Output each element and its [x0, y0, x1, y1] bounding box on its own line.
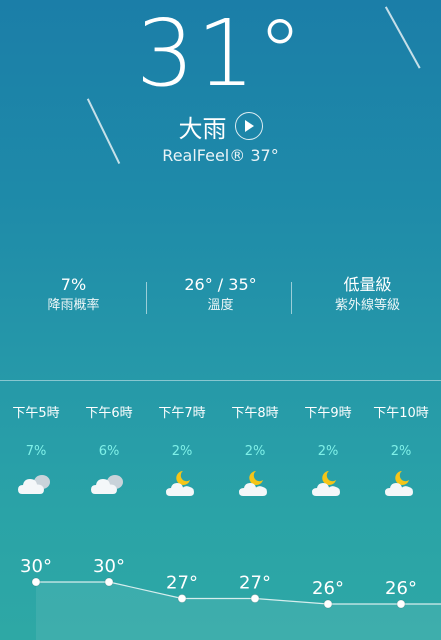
cloudy-icon [18, 475, 50, 494]
hour-precip: 2% [317, 444, 339, 459]
hour-time: 下午6時 [85, 406, 133, 421]
hour-precip: 2% [390, 444, 412, 459]
temperature-point [323, 599, 333, 609]
partly-cloudy-night-icon [312, 471, 340, 496]
hour-time: 下午8時 [231, 406, 279, 421]
stat-value: 7% [60, 275, 87, 294]
hour-precip: 7% [25, 444, 47, 459]
stat-value: 26° / 35° [184, 275, 257, 294]
temperature-label: 30° [93, 556, 125, 577]
stat-precipitation: 7% 降雨概率 [0, 274, 147, 324]
condition-row: 大雨 [0, 108, 441, 144]
stats-row: 7% 降雨概率 26° / 35° 溫度 低量級 紫外線等級 [0, 274, 441, 324]
temperature-label: 27° [239, 573, 271, 594]
partly-cloudy-night-icon [166, 471, 194, 496]
hourly-time-row: 下午5時 下午6時 下午7時 下午8時 下午9時 下午10時 [0, 402, 441, 422]
hour-time: 下午7時 [158, 406, 206, 421]
condition-label: 大雨 [178, 114, 227, 143]
hour-time: 下午10時 [373, 406, 429, 421]
realfeel-temperature: RealFeel® 37° [162, 146, 279, 165]
play-icon [244, 120, 254, 132]
stat-uv-index: 低量級 紫外線等級 [294, 274, 441, 324]
temperature-label: 27° [166, 573, 198, 594]
hour-precip: 2% [244, 444, 266, 459]
stat-divider [291, 282, 292, 314]
temperature-label: 26° [312, 578, 344, 599]
temperature-point [31, 577, 41, 587]
stat-divider [146, 282, 147, 314]
temperature-point [396, 599, 406, 609]
temperature-label: 26° [385, 578, 417, 599]
temperature-point [177, 594, 187, 603]
partly-cloudy-night-icon [239, 471, 267, 496]
section-divider [0, 380, 441, 381]
hour-precip: 2% [171, 444, 193, 459]
temperature-label: 30° [20, 556, 52, 577]
stat-label: 紫外線等級 [334, 298, 400, 313]
hour-time: 下午5時 [12, 406, 60, 421]
play-animation-button[interactable] [234, 112, 263, 140]
stat-label: 溫度 [207, 298, 234, 313]
cloudy-icon [91, 475, 123, 494]
stat-value: 低量級 [343, 275, 392, 294]
hour-precip: 6% [98, 444, 120, 459]
temperature-point [250, 594, 260, 603]
temperature-point [104, 577, 114, 587]
partly-cloudy-night-icon [385, 471, 413, 496]
stat-label: 降雨概率 [47, 298, 100, 313]
hour-time: 下午9時 [304, 406, 352, 421]
stat-temperature-range: 26° / 35° 溫度 [147, 274, 294, 324]
hourly-temperature-chart: 30° 30° 27° 27° 26° 26° [20, 556, 441, 640]
current-temperature: 31° [135, 0, 306, 107]
